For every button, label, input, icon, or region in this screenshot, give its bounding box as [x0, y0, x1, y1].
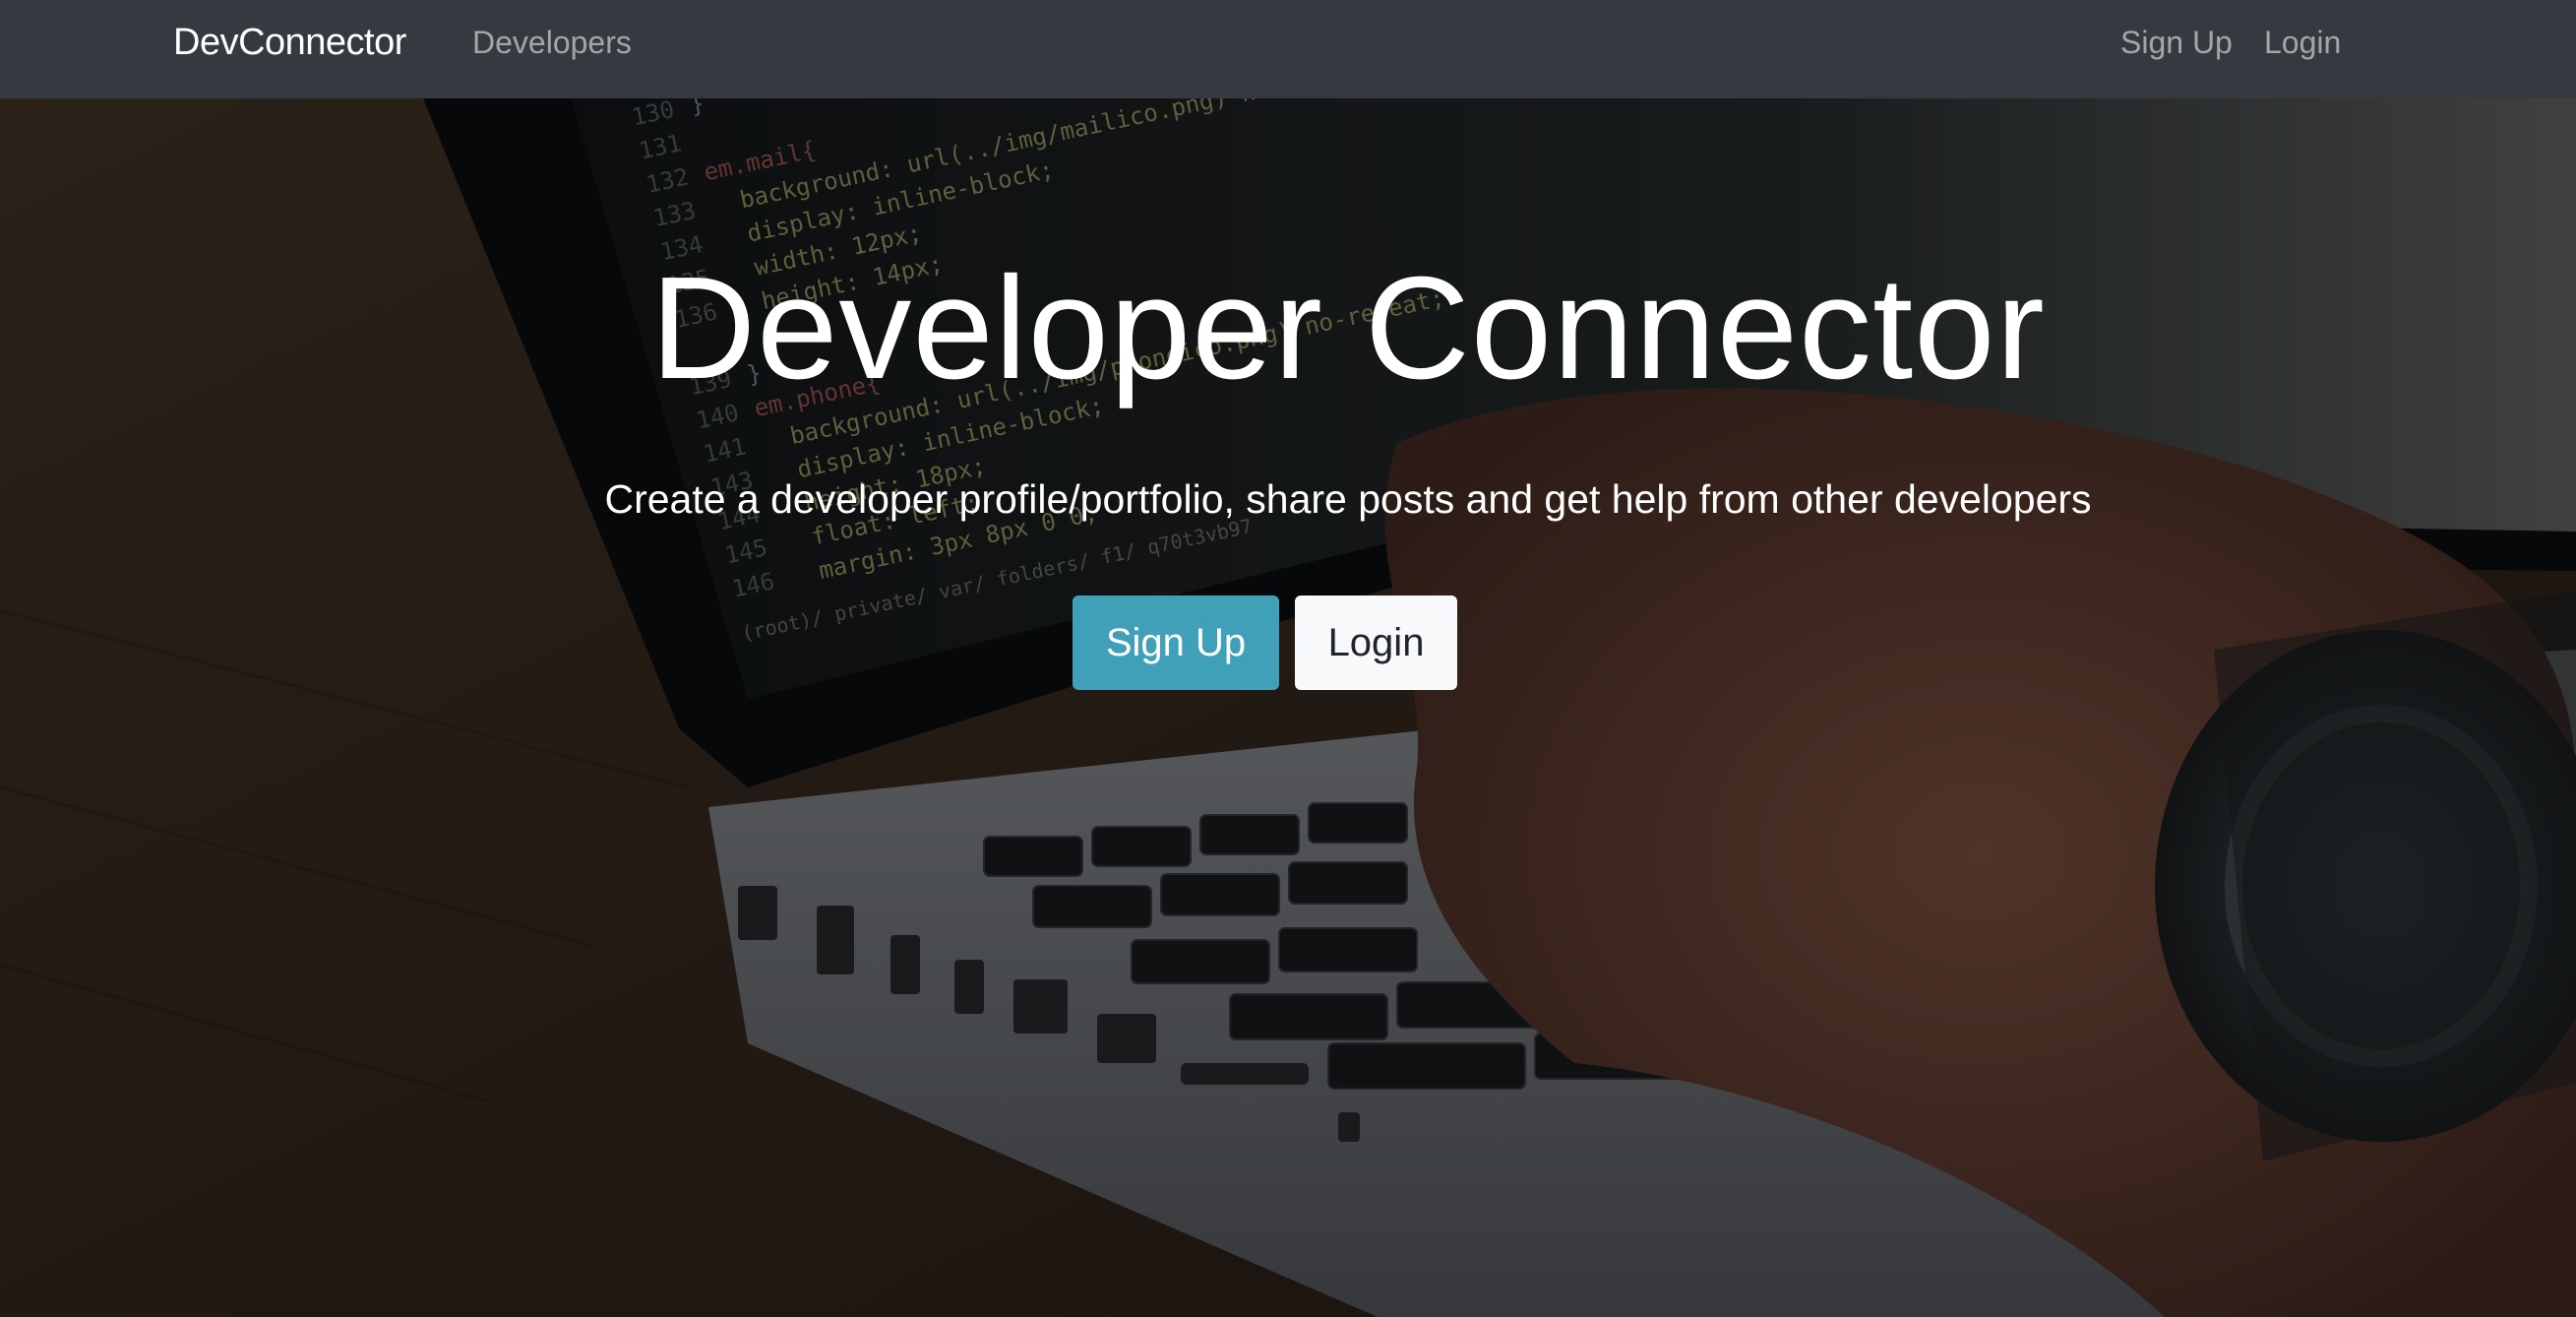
hero-section: 130} 131 132em.mail{ 133background: url(… [0, 98, 2576, 1317]
hero-lead-text: Create a developer profile/portfolio, sh… [604, 476, 2092, 522]
hero-login-button[interactable]: Login [1295, 596, 1457, 690]
nav-link-developers[interactable]: Developers [472, 0, 632, 98]
landing-page: DevConnector Developers Sign Up Login 13… [0, 0, 2576, 1317]
hero-sign-up-button[interactable]: Sign Up [1073, 596, 1279, 690]
nav-link-sign-up[interactable]: Sign Up [2120, 0, 2233, 98]
top-navbar: DevConnector Developers Sign Up Login [0, 0, 2576, 98]
hero-title: Developer Connector [650, 247, 2046, 409]
brand-logo-link[interactable]: DevConnector [173, 0, 406, 98]
nav-link-login[interactable]: Login [2264, 0, 2341, 98]
